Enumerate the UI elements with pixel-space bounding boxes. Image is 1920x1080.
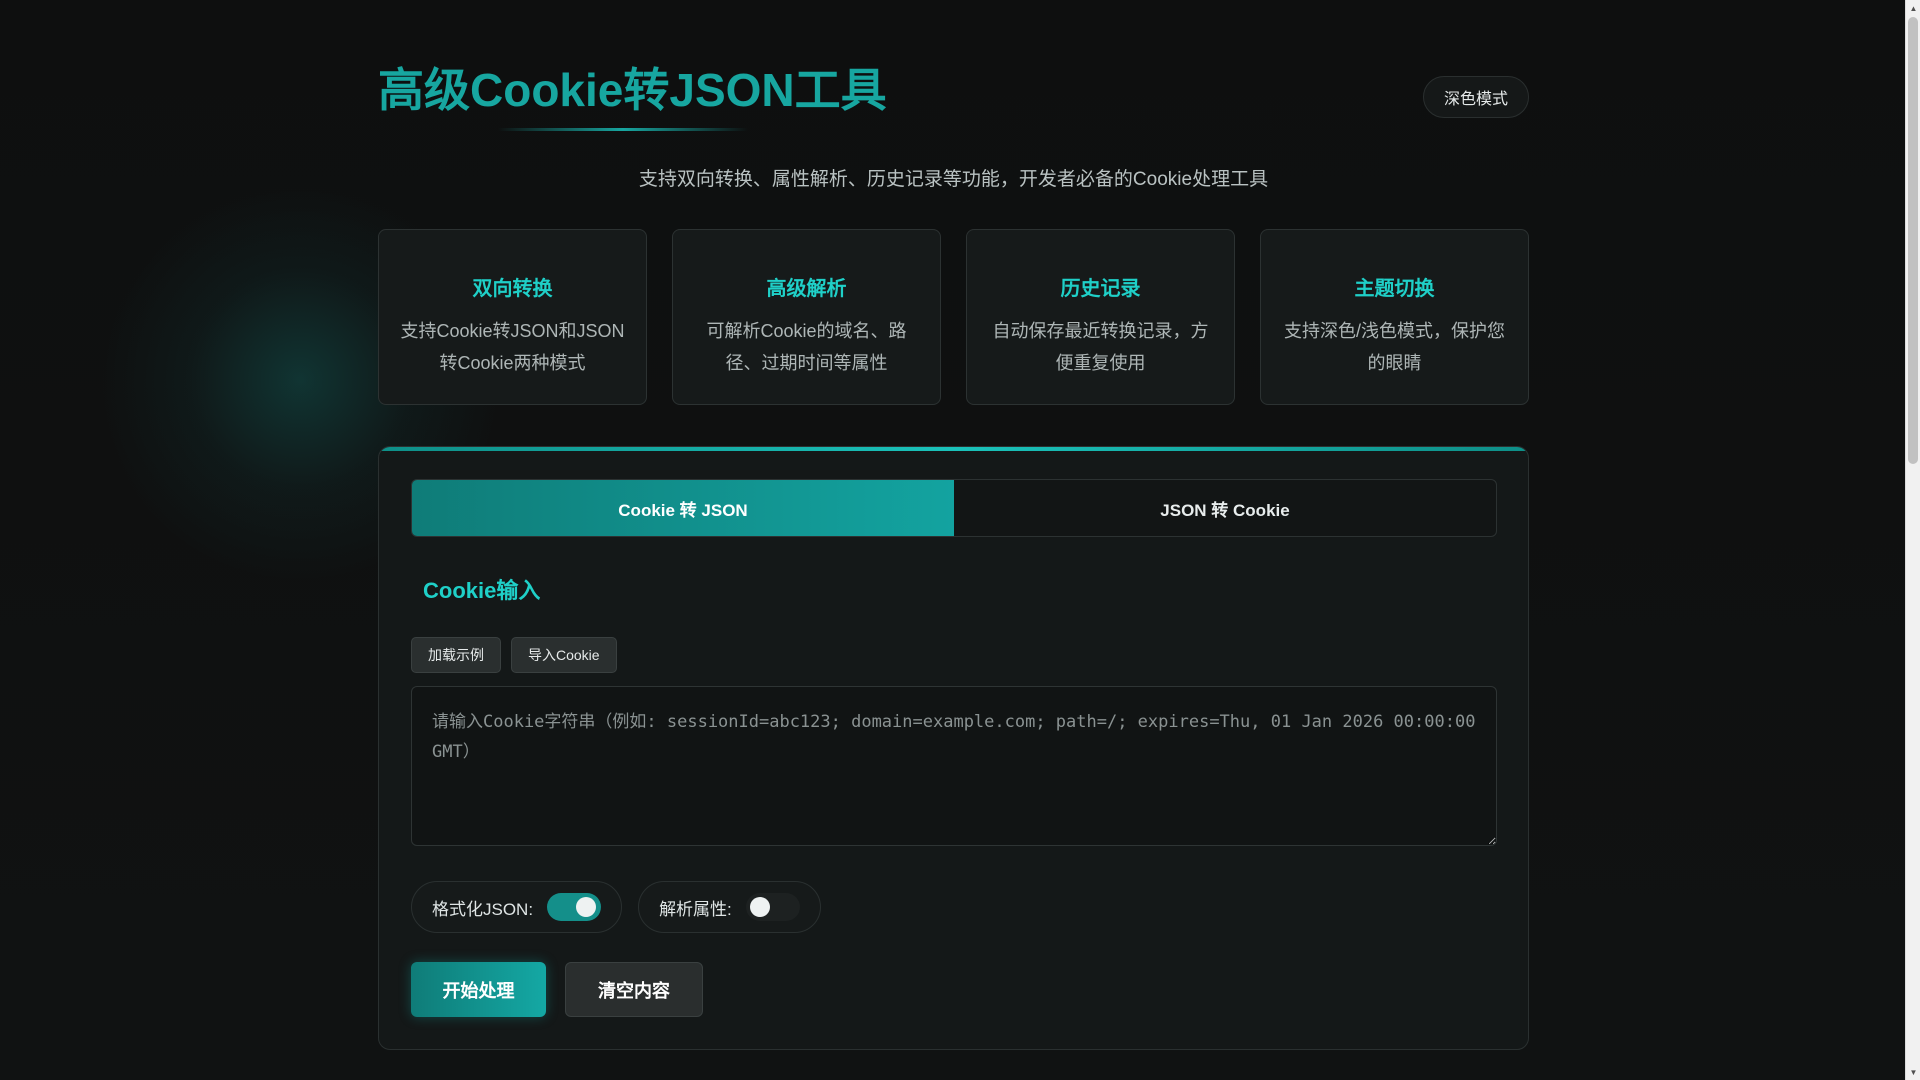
cookie-input[interactable] xyxy=(411,686,1497,846)
clear-content-button[interactable]: 清空内容 xyxy=(565,962,703,1017)
tab-cookie-to-json[interactable]: Cookie 转 JSON xyxy=(412,480,954,536)
format-json-option: 格式化JSON: xyxy=(411,881,623,933)
feature-desc: 支持Cookie转JSON和JSON转Cookie两种模式 xyxy=(400,321,625,373)
panel-accent-bar xyxy=(379,447,1528,451)
page-title: 高级Cookie转JSON工具 xyxy=(378,64,887,116)
feature-title: 历史记录 xyxy=(1060,278,1141,300)
toggle-knob xyxy=(576,897,597,917)
feature-desc: 自动保存最近转换记录，方便重复使用 xyxy=(992,321,1209,373)
scroll-up-icon[interactable]: ▲ xyxy=(1906,0,1920,16)
format-json-toggle[interactable] xyxy=(547,893,602,921)
feature-title: 双向转换 xyxy=(472,278,553,300)
feature-cards: 双向转换 支持Cookie转JSON和JSON转Cookie两种模式 高级解析 … xyxy=(378,229,1529,405)
page-subtitle: 支持双向转换、属性解析、历史记录等功能，开发者必备的Cookie处理工具 xyxy=(638,169,1269,190)
input-toolbar: 加载示例 导入Cookie xyxy=(411,637,617,673)
theme-toggle-button[interactable]: 深色模式 xyxy=(1423,76,1529,118)
action-row: 开始处理 清空内容 xyxy=(411,962,703,1017)
options-row: 格式化JSON: 解析属性: xyxy=(411,881,821,933)
import-cookie-button[interactable]: 导入Cookie xyxy=(511,637,617,673)
mode-tabs: Cookie 转 JSON JSON 转 Cookie xyxy=(411,479,1497,537)
feature-card-bidirectional: 双向转换 支持Cookie转JSON和JSON转Cookie两种模式 xyxy=(378,229,647,405)
parse-attrs-toggle[interactable] xyxy=(745,893,800,921)
header: 高级Cookie转JSON工具 深色模式 xyxy=(378,0,1529,150)
feature-card-theme: 主题切换 支持深色/浅色模式，保护您的眼睛 xyxy=(1260,229,1529,405)
page-scrollbar[interactable]: ▲ ▼ xyxy=(1905,0,1920,1080)
toggle-knob xyxy=(749,897,770,917)
feature-desc: 支持深色/浅色模式，保护您的眼睛 xyxy=(1284,321,1505,373)
converter-panel: Cookie 转 JSON JSON 转 Cookie Cookie输入 加载示… xyxy=(378,446,1529,1050)
tab-json-to-cookie[interactable]: JSON 转 Cookie xyxy=(954,480,1496,536)
scroll-thumb[interactable] xyxy=(1908,17,1918,464)
scroll-down-icon[interactable]: ▼ xyxy=(1906,1064,1920,1080)
format-json-label: 格式化JSON: xyxy=(432,899,534,919)
input-section-title: Cookie输入 xyxy=(423,578,541,603)
load-example-button[interactable]: 加载示例 xyxy=(411,637,501,673)
feature-card-history: 历史记录 自动保存最近转换记录，方便重复使用 xyxy=(966,229,1235,405)
start-process-button[interactable]: 开始处理 xyxy=(411,962,546,1017)
page: 高级Cookie转JSON工具 深色模式 支持双向转换、属性解析、历史记录等功能… xyxy=(378,0,1529,1050)
feature-title: 高级解析 xyxy=(766,278,847,300)
title-underline xyxy=(498,128,748,131)
parse-attrs-option: 解析属性: xyxy=(638,881,821,933)
feature-desc: 可解析Cookie的域名、路径、过期时间等属性 xyxy=(706,321,907,373)
parse-attrs-label: 解析属性: xyxy=(659,899,732,919)
feature-title: 主题切换 xyxy=(1354,278,1435,300)
feature-card-advanced-parse: 高级解析 可解析Cookie的域名、路径、过期时间等属性 xyxy=(672,229,941,405)
